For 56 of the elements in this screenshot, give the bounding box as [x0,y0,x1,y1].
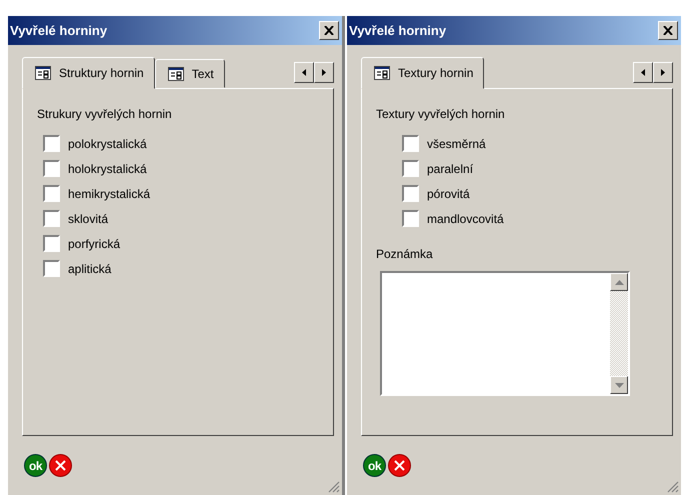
scroll-right-button[interactable] [314,62,334,83]
checkbox[interactable] [402,210,419,227]
option-label: porfyrická [68,236,120,250]
close-icon [394,460,405,471]
resize-grip-icon[interactable] [667,481,679,493]
left-arrow-icon [641,69,645,76]
right-arrow-icon [661,69,665,76]
ok-button[interactable]: ok [24,454,47,477]
checkbox[interactable] [402,160,419,177]
right-arrow-icon [322,69,326,76]
window-title: Vyvřelé horniny [349,23,446,38]
option-label: hemikrystalická [68,186,150,200]
scroll-down-button[interactable] [610,376,628,394]
option-label: sklovitá [68,212,108,226]
tab[interactable]: Text [154,59,225,88]
checkbox[interactable] [43,160,60,177]
section-title: Strukury vyvřelých hornin [37,107,173,121]
scroll-up-button[interactable] [610,273,628,291]
down-arrow-icon [614,382,624,388]
form-icon [374,66,390,80]
section-title: Textury vyvřelých hornin [376,107,506,121]
close-icon [663,26,673,35]
scroll-left-button[interactable] [294,62,314,83]
window-title: Vyvřelé horniny [10,23,108,38]
checkbox[interactable] [43,210,60,227]
scroll-right-button[interactable] [653,62,673,83]
resize-grip-icon[interactable] [328,481,340,493]
scroll-left-button[interactable] [633,62,653,83]
option-label: všesměrná [427,136,486,150]
option-label: holokrystalická [68,162,147,176]
checkbox[interactable] [402,135,419,152]
close-icon [55,460,66,471]
checkbox[interactable] [43,185,60,202]
close-button[interactable] [319,21,339,40]
option-label: mandlovcovitá [427,212,504,226]
close-icon [324,26,334,35]
note-field[interactable] [380,271,630,396]
form-icon [168,66,184,80]
tab[interactable]: Struktury hornin [22,57,155,89]
checkbox[interactable] [402,185,419,202]
cancel-button[interactable] [388,454,411,477]
tab[interactable]: Textury hornin [361,57,484,89]
left-arrow-icon [302,69,306,76]
checkbox[interactable] [43,135,60,152]
option-label: aplitická [68,262,112,276]
up-arrow-icon [614,280,624,284]
option-label: pórovitá [427,186,470,200]
form-icon [35,66,51,80]
ok-button[interactable]: ok [363,454,386,477]
cancel-button[interactable] [49,454,72,477]
close-button[interactable] [658,21,678,40]
checkbox[interactable] [43,235,60,252]
option-label: polokrystalická [68,136,147,150]
option-label: paralelní [427,162,474,176]
note-label: Poznámka [376,247,434,261]
checkbox[interactable] [43,260,60,277]
